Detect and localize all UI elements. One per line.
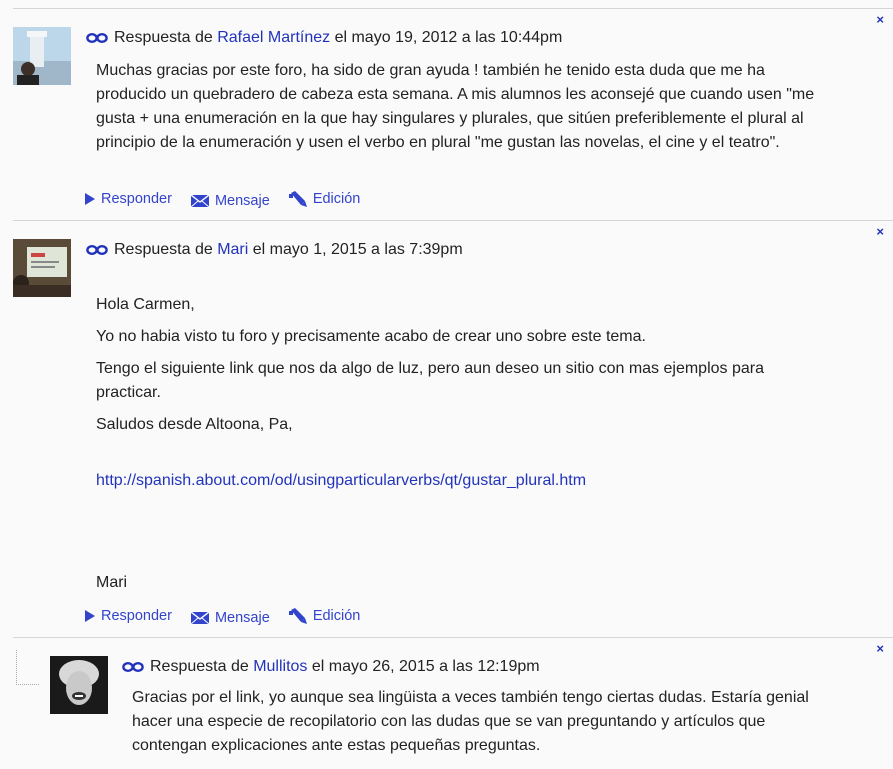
link-chain-icon[interactable] bbox=[86, 32, 108, 44]
delete-close-icon[interactable]: × bbox=[876, 13, 884, 26]
comment-post-nested: × Respuesta de Mullitos el mayo 26, 2015… bbox=[13, 637, 893, 769]
post-date: el mayo 1, 2015 a las 7:39pm bbox=[252, 241, 463, 258]
edit-button[interactable]: Edición bbox=[289, 191, 361, 207]
triangle-right-icon bbox=[85, 193, 95, 205]
post-paragraph: Tengo el siguiente link que nos da algo … bbox=[96, 360, 764, 401]
post-body: Gracias por el link, yo aunque sea lingü… bbox=[132, 686, 812, 758]
link-chain-icon[interactable] bbox=[122, 661, 144, 673]
post-date: el mayo 26, 2015 a las 12:19pm bbox=[311, 658, 540, 675]
reply-prefix: Respuesta de bbox=[150, 658, 249, 675]
post-actions: Responder Mensaje Edición bbox=[85, 606, 375, 626]
message-label: Mensaje bbox=[214, 193, 270, 209]
post-paragraph: Gracias por el link, yo aunque sea lingü… bbox=[132, 689, 809, 754]
post-body: Muchas gracias por este foro, ha sido de… bbox=[96, 59, 816, 155]
reply-prefix: Respuesta de bbox=[114, 241, 213, 258]
comment-post: × Respuesta de Rafael Martínez el mayo 1… bbox=[13, 8, 893, 219]
post-paragraph: Hola Carmen, bbox=[96, 296, 195, 313]
message-button[interactable]: Mensaje bbox=[191, 193, 270, 209]
external-link[interactable]: http://spanish.about.com/od/usingparticu… bbox=[96, 472, 586, 489]
envelope-icon bbox=[191, 195, 209, 207]
edit-label: Edición bbox=[312, 191, 361, 207]
message-label: Mensaje bbox=[214, 610, 270, 626]
post-date: el mayo 19, 2012 a las 10:44pm bbox=[334, 29, 563, 46]
reply-button[interactable]: Responder bbox=[85, 191, 172, 207]
triangle-right-icon bbox=[85, 610, 95, 622]
post-actions: Responder Mensaje Edición bbox=[85, 189, 375, 209]
post-paragraph: Muchas gracias por este foro, ha sido de… bbox=[96, 62, 815, 151]
delete-close-icon[interactable]: × bbox=[876, 225, 884, 238]
avatar bbox=[50, 656, 108, 714]
post-header: Respuesta de Mari el mayo 1, 2015 a las … bbox=[86, 241, 463, 259]
avatar bbox=[13, 27, 71, 85]
avatar bbox=[13, 239, 71, 297]
post-body: Hola Carmen, Yo no habia visto tu foro y… bbox=[96, 293, 796, 595]
reply-button[interactable]: Responder bbox=[85, 608, 172, 624]
reply-label: Responder bbox=[101, 191, 172, 207]
author-link[interactable]: Mullitos bbox=[253, 658, 307, 675]
reply-label: Responder bbox=[101, 608, 172, 624]
message-button[interactable]: Mensaje bbox=[191, 610, 270, 626]
author-link[interactable]: Mari bbox=[217, 241, 248, 258]
post-paragraph: Yo no habia visto tu foro y precisamente… bbox=[96, 328, 646, 345]
delete-close-icon[interactable]: × bbox=[876, 642, 884, 655]
edit-button[interactable]: Edición bbox=[289, 608, 361, 624]
link-chain-icon[interactable] bbox=[86, 244, 108, 256]
post-header: Respuesta de Rafael Martínez el mayo 19,… bbox=[86, 29, 562, 47]
post-paragraph: Saludos desde Altoona, Pa, bbox=[96, 416, 293, 433]
author-link[interactable]: Rafael Martínez bbox=[217, 29, 330, 46]
comment-post: × Respuesta de Mari el mayo 1, 2015 a la… bbox=[13, 220, 893, 637]
post-header: Respuesta de Mullitos el mayo 26, 2015 a… bbox=[122, 658, 540, 676]
pencil-icon bbox=[289, 191, 307, 207]
reply-prefix: Respuesta de bbox=[114, 29, 213, 46]
envelope-icon bbox=[191, 612, 209, 624]
edit-label: Edición bbox=[312, 608, 361, 624]
thread-connector bbox=[16, 650, 39, 685]
post-signature: Mari bbox=[96, 574, 128, 591]
pencil-icon bbox=[289, 608, 307, 624]
